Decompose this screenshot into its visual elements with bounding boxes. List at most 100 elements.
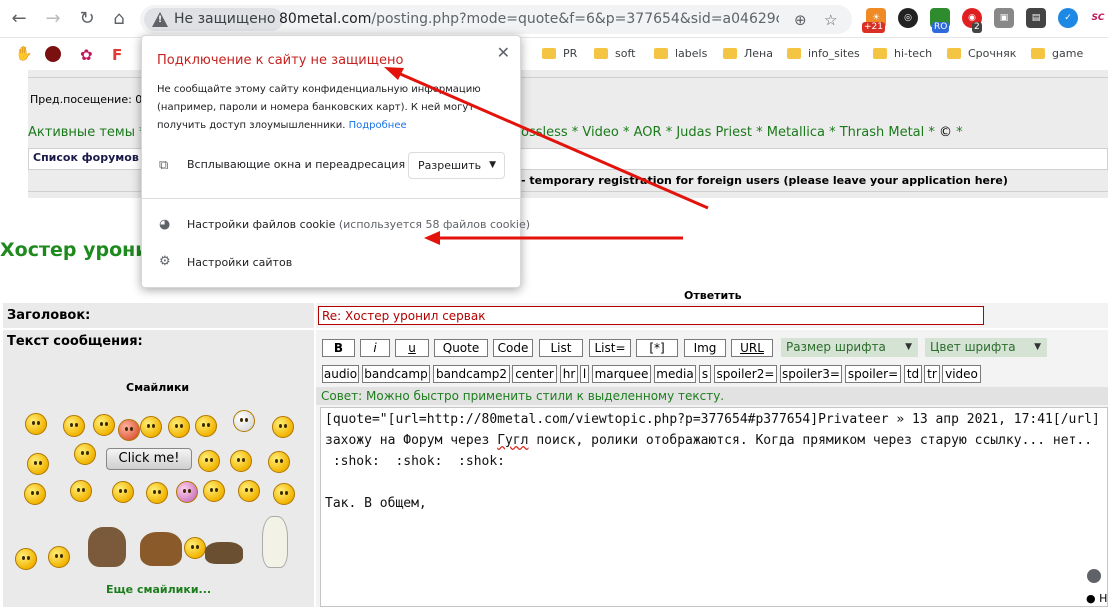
smiley-icon[interactable]: [268, 451, 290, 473]
nav-link-judas-priest[interactable]: Judas Priest: [676, 125, 752, 140]
subject-input[interactable]: [318, 306, 984, 325]
extension-cube-icon[interactable]: ▣: [994, 8, 1014, 28]
tag-media-button[interactable]: media: [654, 365, 696, 383]
tag-td-button[interactable]: td: [904, 365, 922, 383]
italic-button[interactable]: i: [360, 339, 390, 357]
bunny-smiley-icon[interactable]: [262, 516, 288, 568]
tag-video-button[interactable]: video: [942, 365, 981, 383]
smiley-icon[interactable]: [238, 480, 260, 502]
bookmark-f-icon[interactable]: F: [112, 46, 128, 64]
extension-screen-icon[interactable]: ▤: [1026, 8, 1046, 28]
reload-icon[interactable]: ↻: [76, 8, 98, 30]
bookmark-labels[interactable]: labels: [654, 46, 707, 62]
smiley-icon[interactable]: [15, 548, 37, 570]
smiley-icon[interactable]: [168, 416, 190, 438]
extension-sc-icon[interactable]: SC: [1088, 8, 1108, 28]
tag-marquee-button[interactable]: marquee: [592, 365, 651, 383]
home-icon[interactable]: ⌂: [108, 8, 130, 30]
underline-button[interactable]: u: [395, 339, 429, 357]
tag-s-button[interactable]: s: [699, 365, 711, 383]
cookie-settings-row[interactable]: Настройки файлов cookie (используется 58…: [187, 218, 530, 231]
smiley-icon[interactable]: [48, 546, 70, 568]
list-numbered-button[interactable]: List=: [589, 339, 631, 357]
nav-link-metallica[interactable]: Metallica: [767, 125, 825, 140]
bookmark-flower-icon[interactable]: ✿: [80, 46, 96, 64]
extension-circle-icon[interactable]: ◎: [898, 8, 918, 28]
smiley-icon[interactable]: [140, 416, 162, 438]
tag-bandcamp2-button[interactable]: bandcamp2: [433, 365, 510, 383]
smiley-icon[interactable]: [184, 537, 206, 559]
nav-link-copyright[interactable]: ©: [939, 125, 952, 140]
tag-hr-button[interactable]: hr: [560, 365, 578, 383]
list-button[interactable]: List: [539, 339, 583, 357]
tag-center-button[interactable]: center: [512, 365, 557, 383]
dog-smiley-icon[interactable]: [205, 542, 243, 564]
bookmark-info-sites[interactable]: info_sites: [787, 46, 860, 62]
tag-spoiler-button[interactable]: spoiler=: [845, 365, 901, 383]
smiley-icon[interactable]: [233, 410, 255, 432]
url-text[interactable]: 80metal.com/posting.php?mode=quote&f=6&p…: [279, 11, 779, 27]
smiley-icon[interactable]: [27, 453, 49, 475]
topic-title[interactable]: Хостер уронил: [0, 239, 162, 261]
tag-audio-button[interactable]: audio: [322, 365, 359, 383]
smiley-icon[interactable]: [74, 443, 96, 465]
bold-button[interactable]: B: [322, 339, 355, 357]
smiley-icon[interactable]: [272, 416, 294, 438]
learn-more-link[interactable]: Подробнее: [349, 120, 407, 131]
font-size-select[interactable]: Размер шрифта ▼: [781, 338, 918, 357]
chrome-icon[interactable]: [1087, 569, 1101, 583]
smiley-icon[interactable]: [203, 480, 225, 502]
extension-check-icon[interactable]: ✓: [1058, 8, 1078, 28]
message-textarea[interactable]: [quote="[url=http://80metal.com/viewtopi…: [320, 407, 1108, 607]
nav-link-thrash-metal[interactable]: Thrash Metal: [840, 125, 925, 140]
smiley-icon[interactable]: [176, 481, 198, 503]
nav-link-aor[interactable]: AOR: [634, 125, 662, 140]
moose-smiley-icon[interactable]: [140, 532, 182, 566]
bookmark-game[interactable]: game: [1031, 46, 1083, 62]
popups-permission-select[interactable]: Разрешить ▼: [408, 152, 505, 179]
misspelled-word[interactable]: Гугл: [497, 433, 528, 448]
more-smilies-link[interactable]: Еще смайлики...: [106, 583, 211, 596]
back-icon[interactable]: ←: [8, 8, 30, 30]
bookmark-lena[interactable]: Лена: [723, 46, 773, 62]
close-icon[interactable]: ✕: [497, 43, 510, 62]
bookmark-srochnyak[interactable]: Срочняк: [947, 46, 1016, 62]
smiley-icon[interactable]: [195, 415, 217, 437]
zoom-icon[interactable]: ⊕: [794, 11, 807, 29]
click-me-button[interactable]: Click me!: [106, 448, 192, 470]
smiley-icon[interactable]: [112, 481, 134, 503]
nav-link-video[interactable]: Video: [582, 125, 618, 140]
smiley-icon[interactable]: [198, 450, 220, 472]
star-icon[interactable]: ☆: [824, 11, 837, 29]
img-button[interactable]: Img: [684, 339, 726, 357]
bookmark-hi-tech[interactable]: hi-tech: [873, 46, 932, 62]
bookmark-pr[interactable]: PR: [542, 46, 577, 62]
smiley-icon[interactable]: [70, 480, 92, 502]
smiley-icon[interactable]: [63, 415, 85, 437]
temp-registration-link[interactable]: - temporary registration for foreign use…: [521, 174, 1008, 187]
list-item-button[interactable]: [*]: [636, 339, 678, 357]
bookmark-soft[interactable]: soft: [594, 46, 635, 62]
smiley-icon[interactable]: [230, 450, 252, 472]
tag-spoiler3-button[interactable]: spoiler3=: [780, 365, 842, 383]
forward-icon[interactable]: →: [42, 8, 64, 30]
smiley-icon[interactable]: [118, 419, 140, 441]
smiley-icon[interactable]: [146, 482, 168, 504]
forum-list-link[interactable]: Список форумов: [33, 151, 139, 164]
site-settings-link[interactable]: Настройки сайтов: [187, 256, 292, 269]
smiley-icon[interactable]: [25, 413, 47, 435]
bookmark-hand-icon[interactable]: ✋: [15, 46, 32, 62]
code-button[interactable]: Code: [493, 339, 533, 357]
cow-smiley-icon[interactable]: [88, 527, 126, 567]
tag-spoiler2-button[interactable]: spoiler2=: [714, 365, 777, 383]
nav-link-lossless[interactable]: ossless: [521, 125, 568, 140]
quote-button[interactable]: Quote: [434, 339, 488, 357]
smiley-icon[interactable]: [273, 483, 295, 505]
address-bar[interactable]: Не защищено 80metal.com/posting.php?mode…: [140, 5, 852, 34]
security-chip[interactable]: Не защищено: [144, 8, 284, 31]
bookmark-logo-icon[interactable]: [45, 46, 61, 62]
smiley-icon[interactable]: [24, 483, 46, 505]
smiley-icon[interactable]: [93, 414, 115, 436]
tag-bandcamp-button[interactable]: bandcamp: [362, 365, 430, 383]
active-topics-link[interactable]: Активные темы *: [28, 125, 146, 140]
